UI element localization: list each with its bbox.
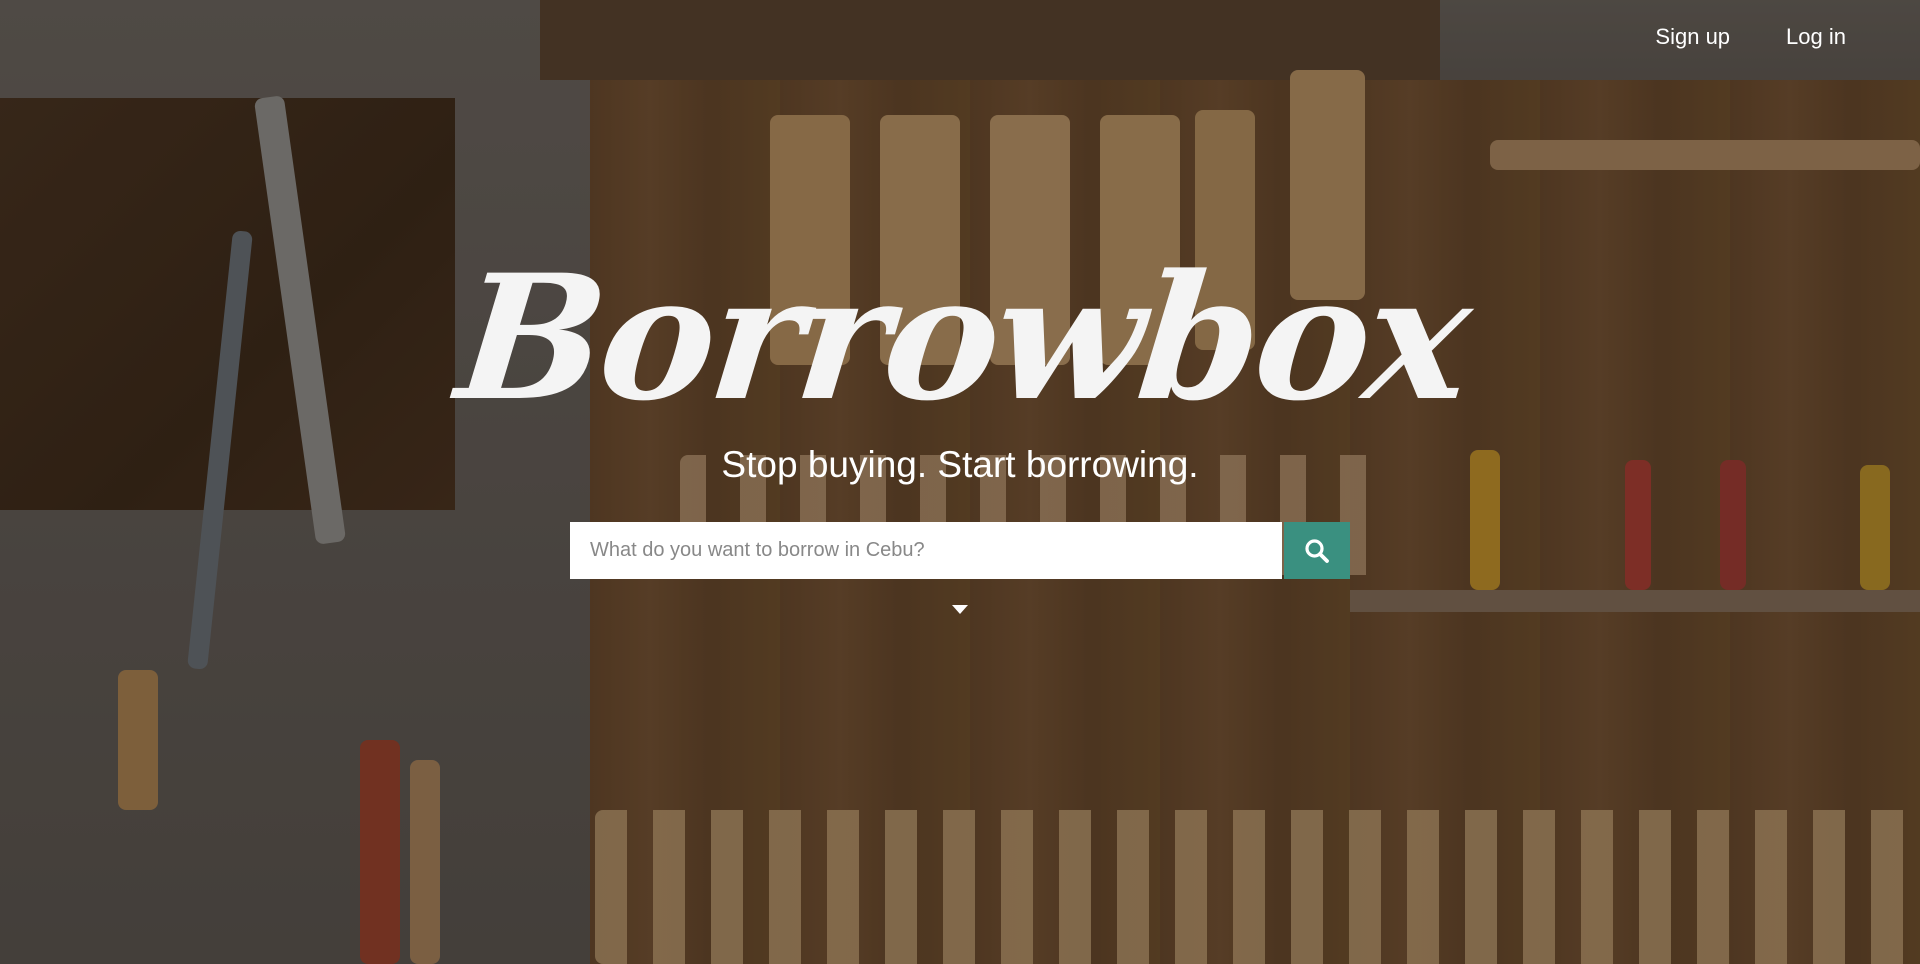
site-logo: Borrowbox — [449, 236, 1477, 439]
login-link[interactable]: Log in — [1786, 24, 1846, 50]
tagline: Stop buying. Start borrowing. — [721, 444, 1199, 485]
search-icon — [1305, 538, 1329, 563]
signup-link[interactable]: Sign up — [1655, 24, 1730, 50]
search-button[interactable] — [1284, 522, 1350, 579]
search-input[interactable] — [570, 522, 1282, 579]
hero-section: Sign up Log in Borrowbox Stop buying. St… — [0, 0, 1920, 964]
hero-content: Borrowbox Stop buying. Start borrowing. — [0, 236, 1920, 614]
caret-down-icon[interactable] — [952, 605, 968, 614]
search-bar — [570, 522, 1350, 579]
top-nav: Sign up Log in — [1655, 24, 1846, 50]
